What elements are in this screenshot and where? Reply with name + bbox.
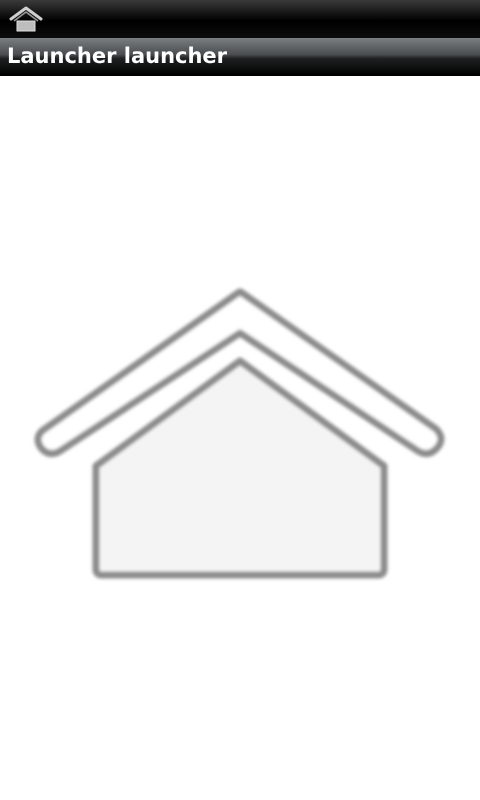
launcher-home-icon[interactable] (30, 281, 450, 591)
status-bar (0, 0, 480, 38)
screen: Launcher launcher (0, 0, 480, 800)
page-title: Launcher launcher (7, 44, 228, 68)
home-icon (9, 6, 43, 32)
content-area (0, 76, 480, 800)
title-bar: Launcher launcher (0, 38, 480, 76)
